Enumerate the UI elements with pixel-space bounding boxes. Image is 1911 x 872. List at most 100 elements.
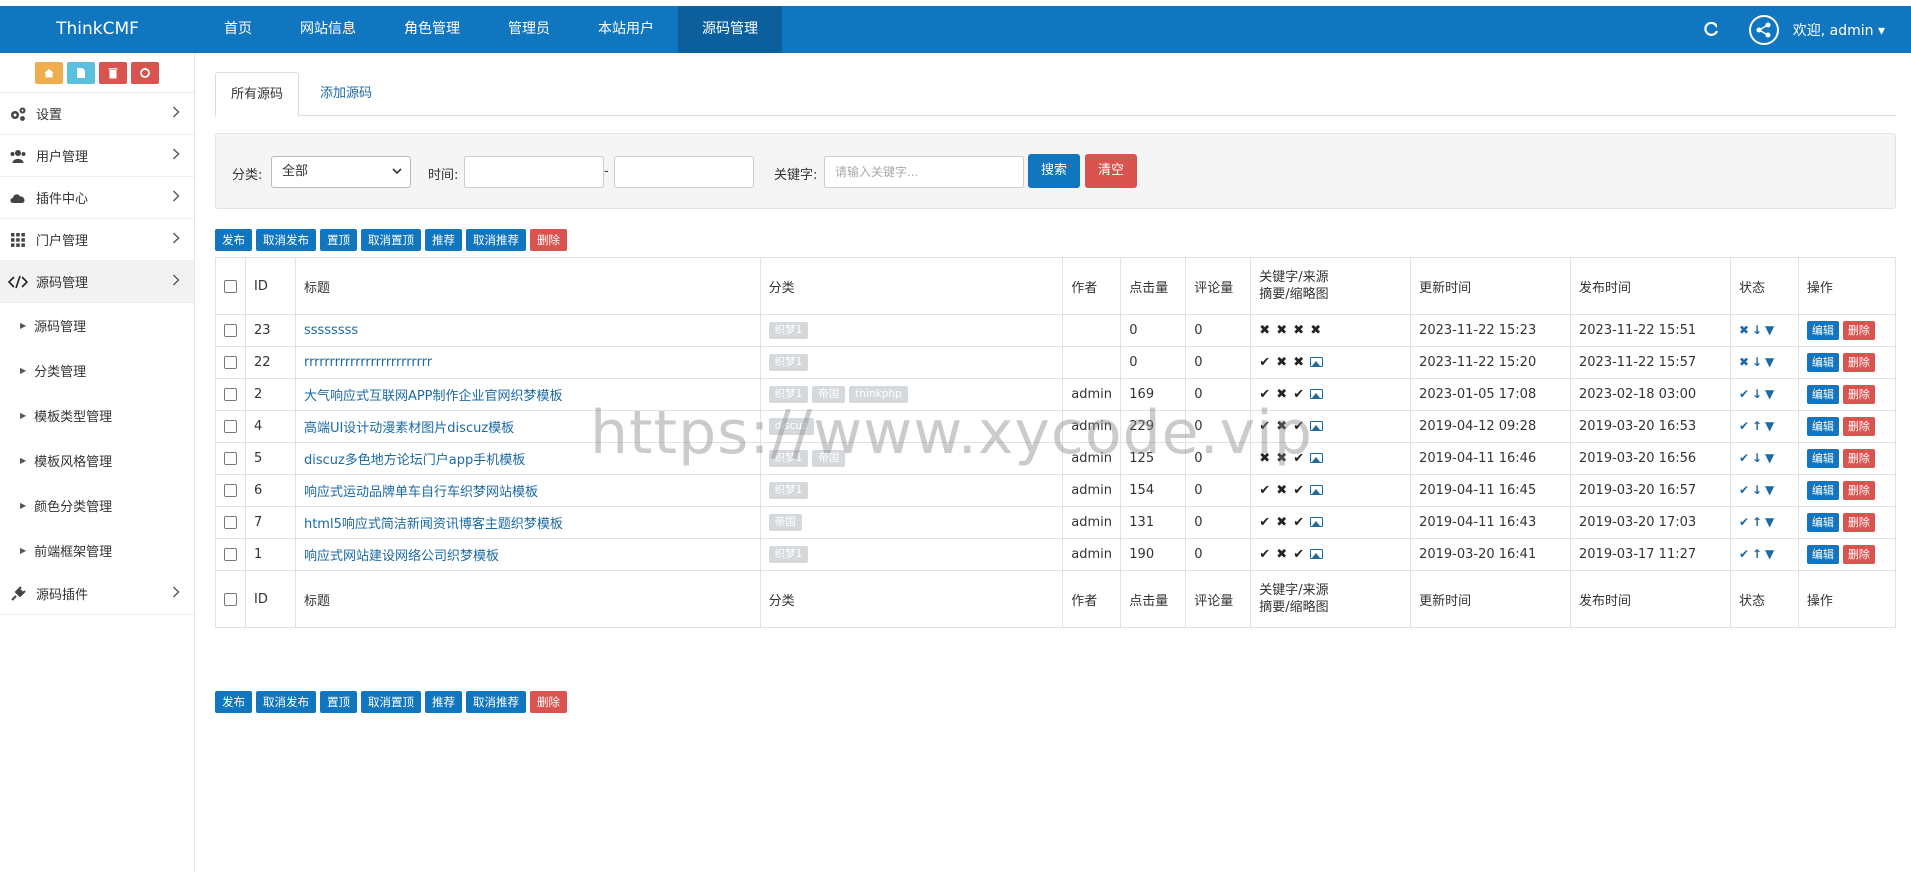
arrow-down-icon: ↓ bbox=[1751, 323, 1762, 337]
home-icon[interactable] bbox=[35, 61, 63, 84]
bulk-delete-button[interactable]: 删除 bbox=[530, 691, 567, 713]
row-title-link[interactable]: 大气响应式互联网APP制作企业官网织梦模板 bbox=[304, 389, 563, 404]
edit-button[interactable]: 编辑 bbox=[1806, 513, 1839, 532]
edit-button[interactable]: 编辑 bbox=[1806, 321, 1839, 340]
row-title-link[interactable]: discuz多色地方论坛门户app手机模板 bbox=[304, 453, 525, 468]
row-checkbox[interactable] bbox=[224, 388, 237, 401]
nav-site-info[interactable]: 网站信息 bbox=[276, 6, 380, 53]
menu-item-settings[interactable]: 设置 bbox=[0, 93, 194, 135]
col-keywords-line1: 关键字/来源 bbox=[1259, 270, 1329, 285]
nav-admins[interactable]: 管理员 bbox=[484, 6, 574, 53]
unrecommend-button[interactable]: 取消推荐 bbox=[466, 229, 526, 251]
recommend-button[interactable]: 推荐 bbox=[425, 229, 462, 251]
row-title-link[interactable]: 高端UI设计动漫素材图片discuz模板 bbox=[304, 421, 514, 436]
row-checkbox[interactable] bbox=[224, 484, 237, 497]
col-status-footer: 状态 bbox=[1729, 570, 1799, 628]
clear-button[interactable]: 清空 bbox=[1085, 154, 1138, 188]
check-icon: ✔ bbox=[1293, 419, 1305, 434]
refresh-icon[interactable] bbox=[1699, 18, 1723, 42]
delete-button[interactable]: 删除 bbox=[1842, 353, 1875, 372]
row-select-cell bbox=[215, 538, 246, 571]
tab-bar: 所有源码 添加源码 bbox=[215, 72, 1896, 117]
delete-button[interactable]: 删除 bbox=[1842, 481, 1875, 500]
row-title-link[interactable]: html5响应式简洁新闻资讯博客主题织梦模板 bbox=[304, 517, 563, 532]
pin-button[interactable]: 置顶 bbox=[320, 229, 357, 251]
edit-button[interactable]: 编辑 bbox=[1806, 481, 1839, 500]
welcome-user-menu[interactable]: 欢迎, admin ▾ bbox=[1793, 20, 1885, 40]
unpin-button[interactable]: 取消置顶 bbox=[361, 229, 421, 251]
caret-right-icon: ▶ bbox=[20, 456, 27, 465]
delete-button[interactable]: 删除 bbox=[1842, 321, 1875, 340]
table-row: 6 响应式运动品牌单车自行车织梦网站模板 织梦1 admin 154 0 ✔ ✖ ✔ 2019-0… bbox=[215, 474, 1897, 507]
nav-source-mgmt[interactable]: 源码管理 bbox=[678, 6, 782, 53]
delete-button[interactable]: 删除 bbox=[1842, 449, 1875, 468]
recycle-icon[interactable] bbox=[131, 61, 159, 84]
row-title-link[interactable]: ssssssss bbox=[304, 323, 358, 338]
top-navbar: ThinkCMF 首页 网站信息 角色管理 管理员 本站用户 源码管理 欢迎, admin… bbox=[0, 6, 1911, 53]
pin-button[interactable]: 置顶 bbox=[320, 691, 357, 713]
unpin-button[interactable]: 取消置顶 bbox=[361, 691, 421, 713]
row-checkbox[interactable] bbox=[224, 324, 237, 337]
menu-item-source-plugin[interactable]: 源码插件 bbox=[0, 573, 194, 615]
tab-add-source[interactable]: 添加源码 bbox=[305, 72, 387, 116]
row-comments: 0 bbox=[1185, 506, 1252, 539]
submenu-template-style[interactable]: ▶ 模板风格管理 bbox=[0, 438, 194, 483]
search-button[interactable]: 搜索 bbox=[1028, 154, 1081, 188]
check-icon: ✔ bbox=[1738, 387, 1749, 401]
trash-icon[interactable] bbox=[99, 61, 127, 84]
start-time-input[interactable] bbox=[464, 156, 604, 188]
menu-item-portal[interactable]: 门户管理 bbox=[0, 219, 194, 261]
arrow-up-icon: ↑ bbox=[1751, 419, 1762, 433]
image-icon bbox=[1310, 355, 1327, 370]
row-title-link[interactable]: rrrrrrrrrrrrrrrrrrrrrrrrr bbox=[304, 355, 432, 370]
menu-item-users[interactable]: 用户管理 bbox=[0, 135, 194, 177]
row-checkbox[interactable] bbox=[224, 420, 237, 433]
delete-button[interactable]: 删除 bbox=[1842, 545, 1875, 564]
caret-right-icon: ▶ bbox=[20, 411, 27, 420]
tab-all-source[interactable]: 所有源码 bbox=[215, 72, 300, 117]
delete-button[interactable]: 删除 bbox=[1842, 385, 1875, 404]
unpublish-button[interactable]: 取消发布 bbox=[256, 229, 316, 251]
row-id: 22 bbox=[245, 346, 296, 379]
row-ops: 编辑 删除 bbox=[1797, 442, 1897, 475]
menu-item-plugins[interactable]: 插件中心 bbox=[0, 177, 194, 219]
select-all-checkbox[interactable] bbox=[224, 279, 237, 293]
file-icon[interactable] bbox=[67, 61, 95, 84]
menu-item-source[interactable]: 源码管理 bbox=[0, 261, 194, 303]
delete-button[interactable]: 删除 bbox=[1842, 417, 1875, 436]
recommend-button[interactable]: 推荐 bbox=[425, 691, 462, 713]
row-title-link[interactable]: 响应式运动品牌单车自行车织梦网站模板 bbox=[304, 485, 538, 500]
submenu-color-category[interactable]: ▶ 颜色分类管理 bbox=[0, 483, 194, 528]
unpublish-button[interactable]: 取消发布 bbox=[256, 691, 316, 713]
row-checkbox[interactable] bbox=[224, 516, 237, 529]
submenu-frontend-framework[interactable]: ▶ 前端框架管理 bbox=[0, 528, 194, 573]
edit-button[interactable]: 编辑 bbox=[1806, 385, 1839, 404]
row-checkbox[interactable] bbox=[224, 548, 237, 561]
row-title-link[interactable]: 响应式网站建设网络公司织梦模板 bbox=[304, 549, 499, 564]
row-author bbox=[1062, 314, 1122, 347]
unrecommend-button[interactable]: 取消推荐 bbox=[466, 691, 526, 713]
row-checkbox[interactable] bbox=[224, 452, 237, 465]
row-checkbox[interactable] bbox=[224, 356, 237, 369]
publish-button[interactable]: 发布 bbox=[215, 229, 252, 251]
end-time-input[interactable] bbox=[614, 156, 754, 188]
edit-button[interactable]: 编辑 bbox=[1806, 545, 1839, 564]
col-title-footer: 标题 bbox=[294, 570, 761, 628]
brand-logo[interactable]: ThinkCMF bbox=[0, 6, 195, 53]
edit-button[interactable]: 编辑 bbox=[1806, 353, 1839, 372]
edit-button[interactable]: 编辑 bbox=[1806, 449, 1839, 468]
keyword-input[interactable] bbox=[824, 156, 1024, 188]
bulk-delete-button[interactable]: 删除 bbox=[530, 229, 567, 251]
submenu-source[interactable]: ▶ 源码管理 bbox=[0, 303, 194, 348]
select-all-checkbox-footer[interactable] bbox=[224, 592, 237, 606]
avatar[interactable] bbox=[1748, 14, 1779, 45]
nav-home[interactable]: 首页 bbox=[200, 6, 276, 53]
delete-button[interactable]: 删除 bbox=[1842, 513, 1875, 532]
submenu-category[interactable]: ▶ 分类管理 bbox=[0, 348, 194, 393]
nav-site-users[interactable]: 本站用户 bbox=[574, 6, 678, 53]
submenu-template-type[interactable]: ▶ 模板类型管理 bbox=[0, 393, 194, 438]
publish-button[interactable]: 发布 bbox=[215, 691, 252, 713]
edit-button[interactable]: 编辑 bbox=[1806, 417, 1839, 436]
category-select[interactable]: 全部 bbox=[271, 156, 411, 188]
nav-roles[interactable]: 角色管理 bbox=[380, 6, 484, 53]
